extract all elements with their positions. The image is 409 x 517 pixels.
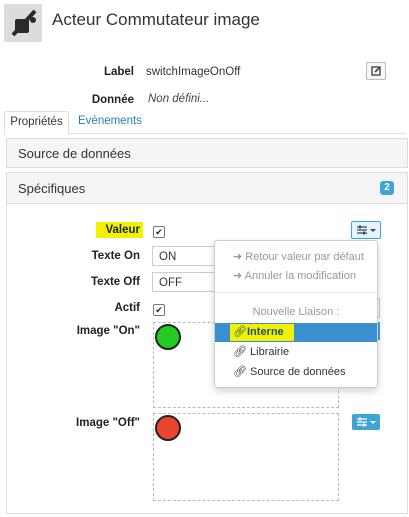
specific-count-badge: 2 (380, 181, 394, 195)
tab-proprietes[interactable]: Propriétés (4, 111, 69, 135)
menu-item-librairie[interactable]: 🔗︎ Librairie (215, 343, 377, 362)
binding-menu-icon (357, 225, 376, 235)
menu-item-librairie-label: Librairie (250, 346, 290, 358)
menu-item-annuler-label: Annuler la modification (244, 270, 356, 282)
menu-section-header: Nouvelle Liaison : (252, 306, 340, 318)
menu-divider (215, 292, 377, 293)
arrow-right-icon: ➜ (233, 270, 243, 282)
texte-on-label: Texte On (91, 250, 140, 262)
menu-item-annuler[interactable]: ➜ Annuler la modification (215, 267, 377, 286)
actor-icon (4, 4, 42, 42)
source-panel-title: Source de données (18, 146, 131, 161)
specific-panel-header[interactable]: Spécifiques 2 (6, 172, 408, 204)
label-label: Label (103, 66, 134, 78)
tab-evenements[interactable]: Evènements (78, 111, 142, 133)
binding-dropdown-menu: ➜ Retour valeur par défaut ➜ Annuler la … (214, 240, 378, 388)
link-icon: 🔗︎ (233, 366, 247, 378)
image-off-label: Image "Off" (76, 417, 140, 429)
label-value[interactable]: switchImageOnOff (146, 66, 240, 78)
actif-label: Actif (114, 302, 140, 314)
menu-item-source[interactable]: 🔗︎ Source de données (215, 363, 377, 382)
image-switch-icon (4, 4, 42, 42)
image-on-label: Image "On" (76, 325, 140, 337)
menu-item-interne[interactable]: 🔗︎ Interne (215, 323, 377, 342)
menu-item-retour[interactable]: ➜ Retour valeur par défaut (215, 248, 377, 267)
binding-menu-icon (357, 417, 376, 427)
specific-panel-title: Spécifiques (18, 181, 86, 196)
link-icon: 🔗︎ (233, 326, 247, 338)
menu-item-interne-label: Interne (247, 326, 284, 338)
source-panel-header[interactable]: Source de données (6, 138, 408, 168)
menu-item-retour-label: Retour valeur par défaut (245, 251, 364, 263)
arrow-right-icon: ➜ (233, 251, 243, 263)
data-label: Donnée (91, 94, 134, 106)
link-icon: 🔗︎ (233, 346, 247, 358)
page-title: Acteur Commutateur image (52, 10, 260, 29)
valeur-binding-button[interactable] (351, 221, 381, 239)
image-on-preview (155, 324, 181, 350)
actif-checkbox[interactable]: ✔ (153, 304, 165, 316)
data-value[interactable]: Non défini... (148, 93, 209, 105)
texte-off-label: Texte Off (91, 276, 140, 288)
image-off-preview (155, 415, 181, 441)
menu-item-source-label: Source de données (250, 366, 346, 378)
edit-icon (371, 66, 381, 76)
image-off-binding-button[interactable] (352, 414, 380, 430)
valeur-label: Valeur (105, 224, 140, 236)
edit-label-button[interactable] (366, 62, 386, 80)
valeur-checkbox[interactable]: ✔ (153, 226, 165, 238)
